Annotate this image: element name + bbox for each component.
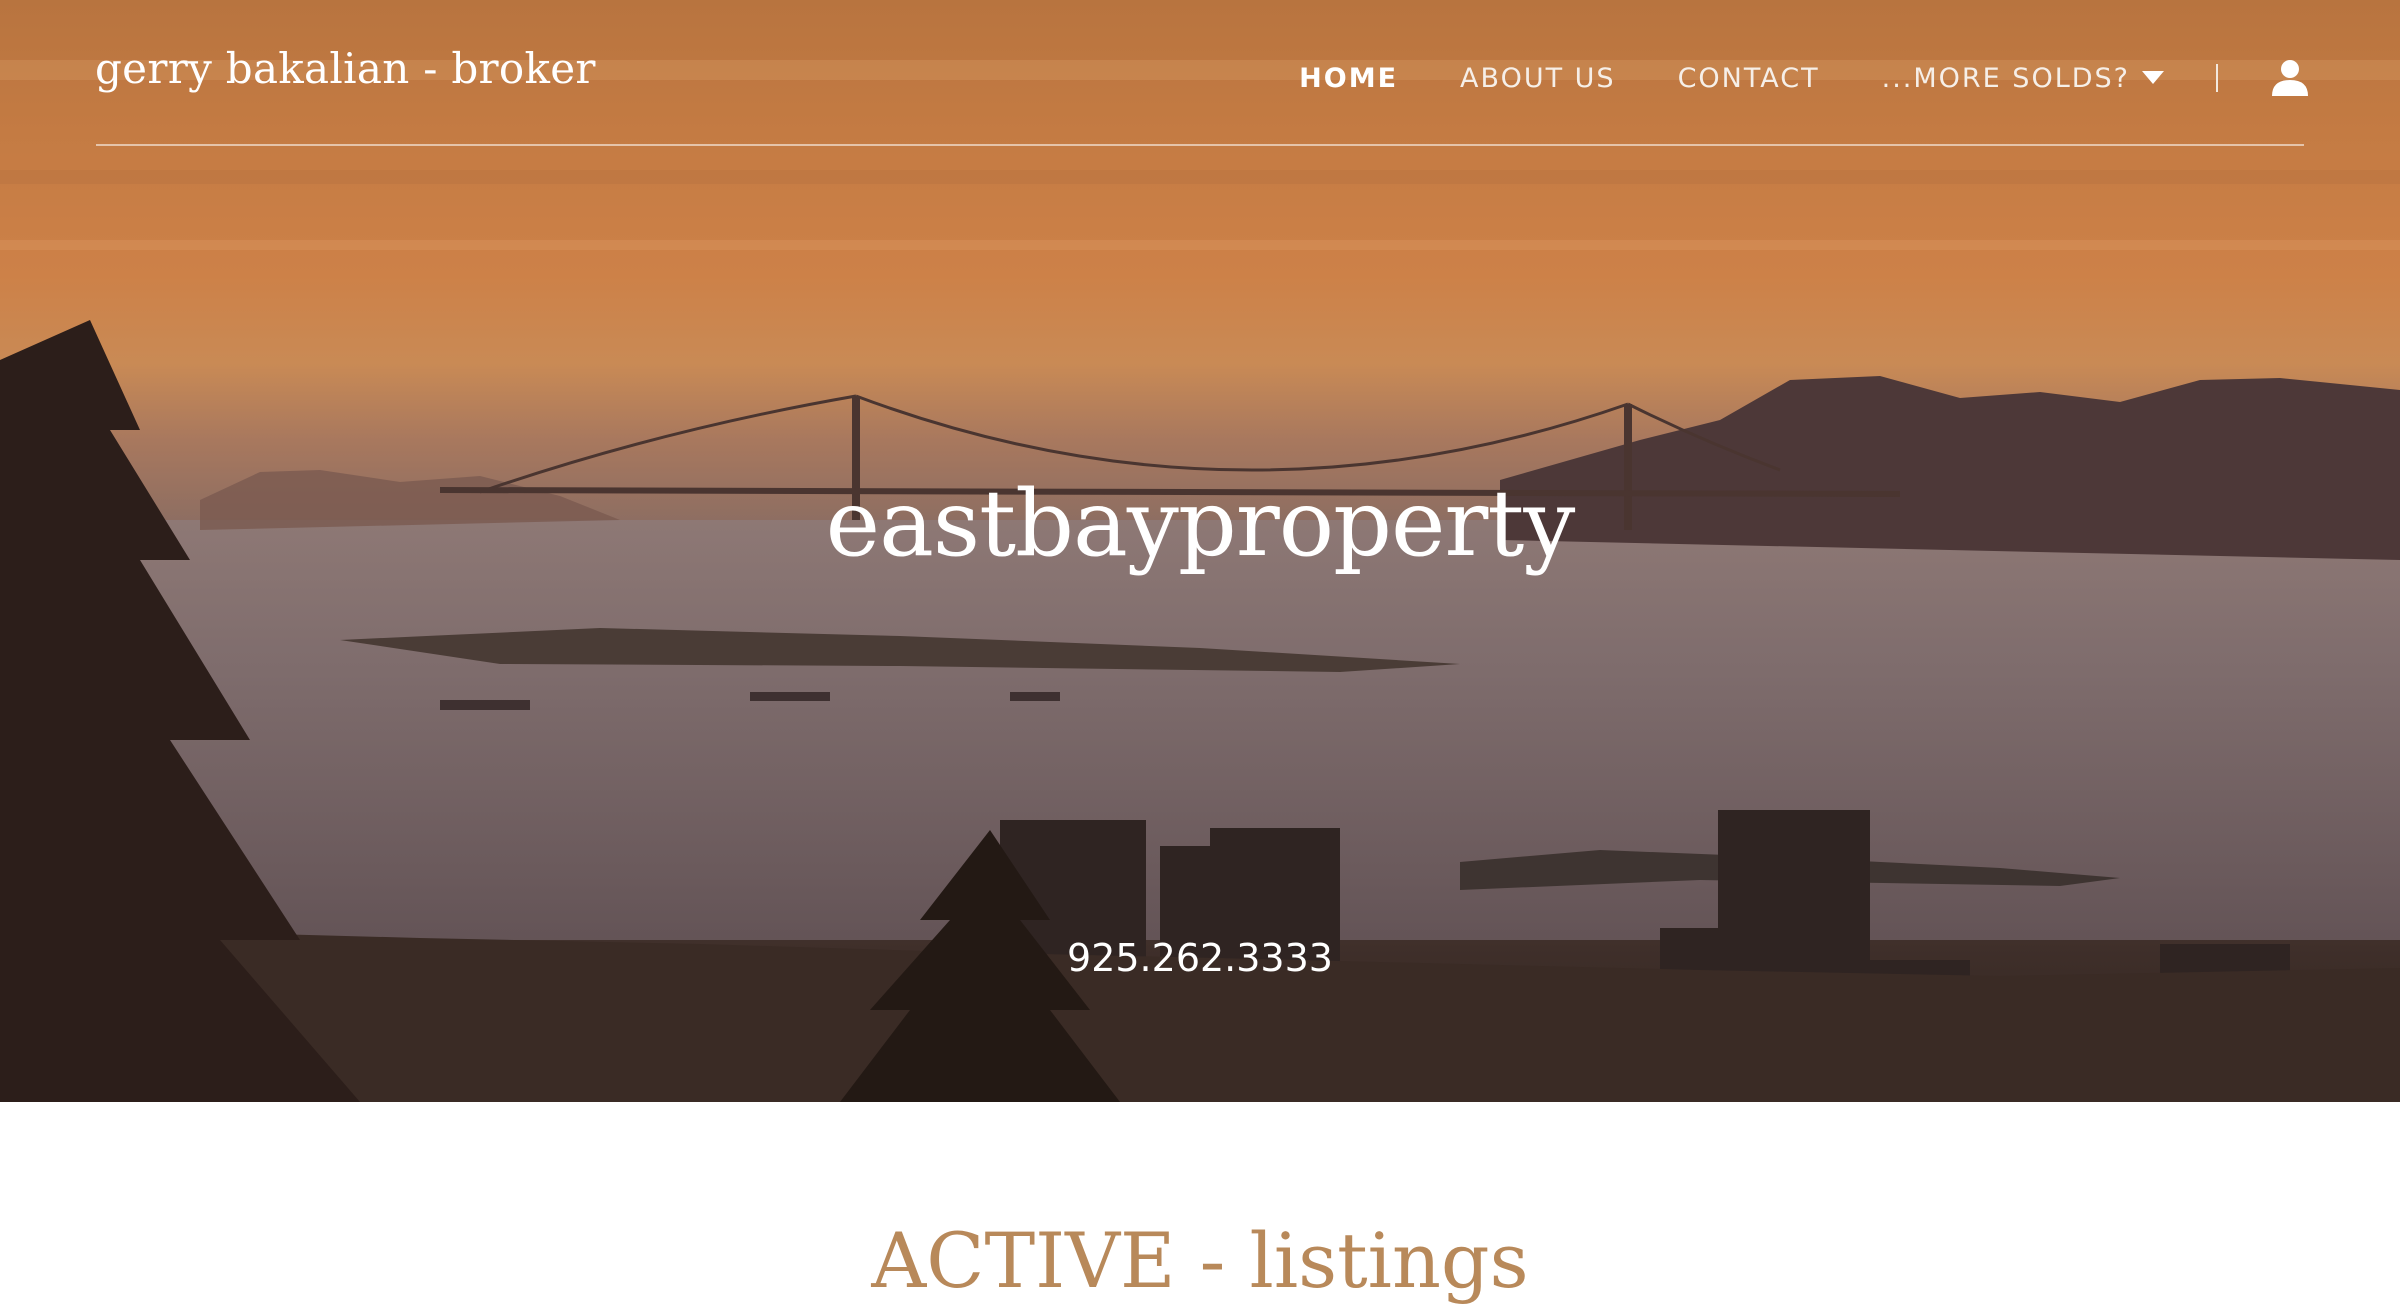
nav-contact[interactable]: CONTACT <box>1678 63 1820 94</box>
hero-title: eastbayproperty <box>825 470 1576 577</box>
hero-phone-number[interactable]: 925.262.3333 <box>0 936 2400 980</box>
hero-banner: gerry bakalian - broker HOME ABOUT US CO… <box>0 0 2400 1102</box>
site-brand[interactable]: gerry bakalian - broker <box>95 44 596 93</box>
nav-home[interactable]: HOME <box>1299 63 1398 94</box>
nav-divider <box>2216 64 2218 92</box>
section-title: ACTIVE - listings <box>871 1216 1529 1305</box>
main-nav: HOME ABOUT US CONTACT ...MORE SOLDS? <box>1237 58 2310 98</box>
nav-about-us[interactable]: ABOUT US <box>1460 63 1616 94</box>
chevron-down-icon <box>2142 70 2164 84</box>
nav-more-solds[interactable]: ...MORE SOLDS? <box>1882 63 2164 94</box>
nav-more-solds-label: ...MORE SOLDS? <box>1881 62 2130 94</box>
header-divider <box>96 144 2304 146</box>
user-icon[interactable] <box>2270 58 2310 98</box>
